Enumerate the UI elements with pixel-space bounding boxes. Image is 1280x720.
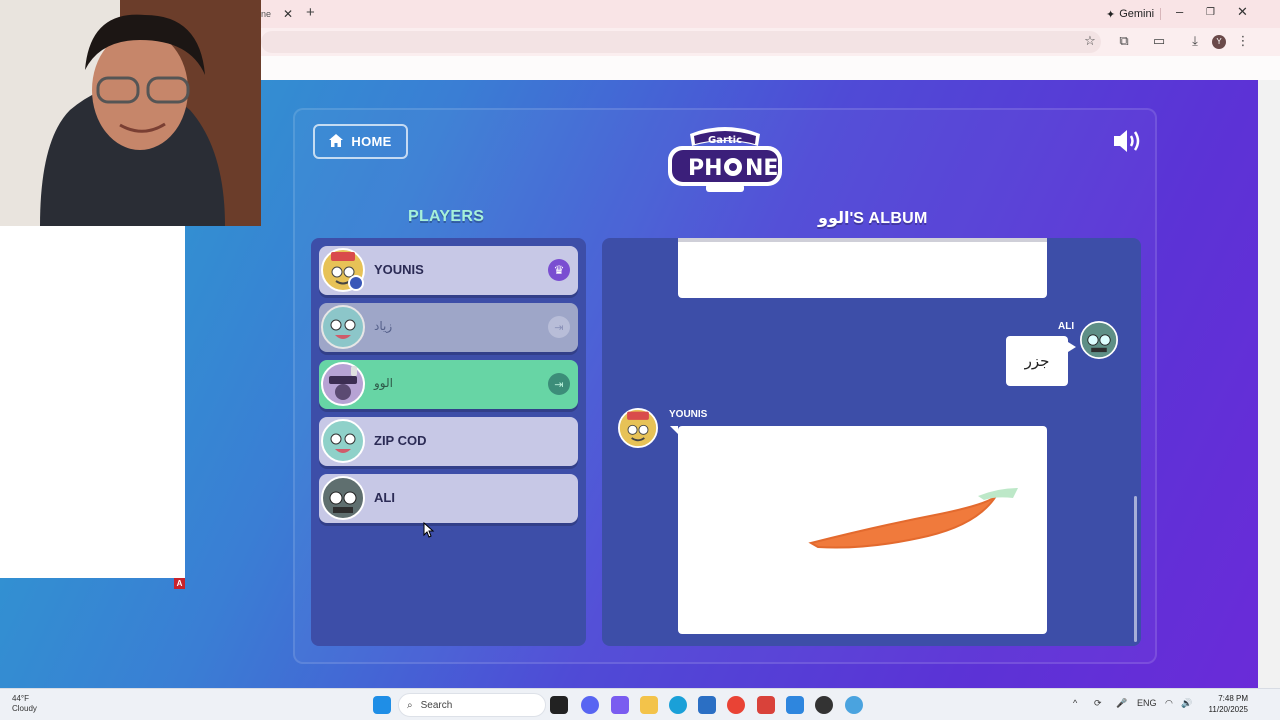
tab-title: ne (261, 9, 272, 19)
player-name: زياد (374, 319, 393, 333)
restore-icon[interactable]: ❐ (1206, 7, 1215, 18)
entry-player-name: YOUNIS (669, 409, 708, 420)
players-title: PLAYERS (408, 208, 485, 225)
album-scrollbar[interactable] (1134, 496, 1137, 642)
clock[interactable]: 7:48 PM 11/20/2025 (1200, 693, 1248, 715)
profile-avatar[interactable]: Y (1212, 35, 1226, 49)
player-row[interactable]: زياد ⇥ (319, 303, 578, 352)
home-button[interactable]: HOME (313, 124, 408, 159)
svg-text:Gartic: Gartic (708, 135, 742, 146)
svg-text:PH: PH (688, 156, 723, 181)
album-title: الوو'S ALBUM (818, 210, 928, 227)
player-avatar (321, 476, 365, 520)
weather-temp: 44°F (12, 694, 29, 703)
app-icon[interactable] (815, 696, 833, 714)
taskbar-search[interactable]: ⌕ Search (398, 693, 546, 717)
webcam-overlay (0, 0, 261, 226)
album-panel: ALI جزر YOUNIS (602, 238, 1141, 646)
carrot-drawing (808, 488, 1018, 549)
screen: ne ✕ + ✦ Gemini – ❐ ✕ ☆ ⧉ ▭ ⤓ ⋮ Y HOME G… (0, 0, 1280, 720)
edge-icon[interactable] (669, 696, 687, 714)
menu-dots-icon[interactable]: ⋮ (1234, 33, 1252, 49)
close-window-icon[interactable]: ✕ (1237, 4, 1248, 20)
svg-text:NE: NE (745, 156, 778, 181)
weather-desc: Cloudy (12, 704, 37, 713)
players-panel: YOUNIS ♛ زياد ⇥ الوو ⇥ ZIP COD ALI (311, 238, 586, 646)
copilot-icon[interactable] (611, 696, 629, 714)
exit-icon: ⇥ (548, 373, 570, 395)
player-row[interactable]: الوو ⇥ (319, 360, 578, 409)
clock-date: 11/20/2025 (1208, 705, 1248, 714)
app-icon[interactable] (757, 696, 775, 714)
drawing-card (670, 426, 1047, 634)
tab-close-icon[interactable]: ✕ (283, 7, 293, 21)
divider (1160, 8, 1161, 20)
wifi-icon[interactable]: ◠ (1165, 698, 1173, 709)
app-icon[interactable] (845, 696, 863, 714)
volume-icon[interactable]: 🔊 (1181, 698, 1192, 709)
exit-icon: ⇥ (548, 316, 570, 338)
player-avatar (321, 419, 365, 463)
guess-bubble: جزر (1006, 336, 1076, 386)
search-icon: ⌕ (407, 699, 413, 711)
previous-drawing-card (678, 238, 1047, 298)
player-row[interactable]: ZIP COD (319, 417, 578, 466)
home-label: HOME (351, 134, 392, 149)
home-icon (329, 133, 344, 150)
task-view-icon[interactable] (550, 696, 568, 714)
player-avatar (321, 362, 365, 406)
gartic-phone-logo: Gartic PH NE (666, 124, 784, 196)
host-user-icon (348, 275, 364, 291)
download-icon[interactable]: ⤓ (1186, 33, 1204, 49)
address-field[interactable] (261, 31, 1101, 53)
microphone-icon[interactable]: 🎤 (1116, 698, 1127, 709)
discord-icon[interactable] (581, 696, 599, 714)
player-row[interactable]: ALI (319, 474, 578, 523)
blank-overlay (0, 226, 185, 578)
mouse-cursor-icon (423, 521, 435, 543)
gemini-button[interactable]: ✦ Gemini (1099, 5, 1161, 23)
cast-icon[interactable]: ▭ (1150, 33, 1168, 49)
player-name: ALI (374, 490, 395, 505)
extensions-icon[interactable]: ⧉ (1115, 33, 1133, 49)
tray-sync-icon[interactable]: ⟳ (1094, 698, 1102, 709)
clock-time: 7:48 PM (1218, 694, 1248, 703)
new-tab-icon[interactable]: + (306, 4, 315, 21)
player-avatar (321, 305, 365, 349)
chrome-icon[interactable] (727, 696, 745, 714)
minimize-icon[interactable]: – (1176, 4, 1183, 19)
player-avatar (1080, 321, 1118, 359)
file-explorer-icon[interactable] (640, 696, 658, 714)
app-icon[interactable] (786, 696, 804, 714)
store-icon[interactable] (698, 696, 716, 714)
gemini-spark-icon: ✦ (1106, 8, 1116, 21)
page-scrollbar[interactable] (1258, 80, 1280, 688)
speaker-icon[interactable] (1112, 128, 1144, 154)
crown-icon: ♛ (548, 259, 570, 281)
entry-player-name: ALI (1058, 321, 1075, 332)
gemini-label: Gemini (1119, 8, 1155, 20)
language-indicator[interactable]: ENG (1137, 698, 1157, 708)
overlay-badge: A (174, 578, 185, 589)
weather-widget[interactable]: 44°F Cloudy (4, 694, 37, 714)
search-label: Search (420, 699, 453, 711)
browser-tab[interactable]: ne ✕ (261, 4, 293, 24)
tray-chevron-icon[interactable]: ^ (1073, 698, 1077, 708)
player-avatar (618, 408, 658, 448)
windows-start-icon[interactable] (373, 696, 391, 714)
player-name: ZIP COD (374, 433, 427, 448)
bookmark-star-icon[interactable]: ☆ (1081, 33, 1099, 49)
taskbar: 44°F Cloudy ⌕ Search ^ ⟳ 🎤 ENG ◠ 🔊 7:48 … (0, 688, 1280, 720)
player-row[interactable]: YOUNIS ♛ (319, 246, 578, 295)
player-name: الوو (374, 376, 393, 390)
player-name: YOUNIS (374, 262, 424, 277)
